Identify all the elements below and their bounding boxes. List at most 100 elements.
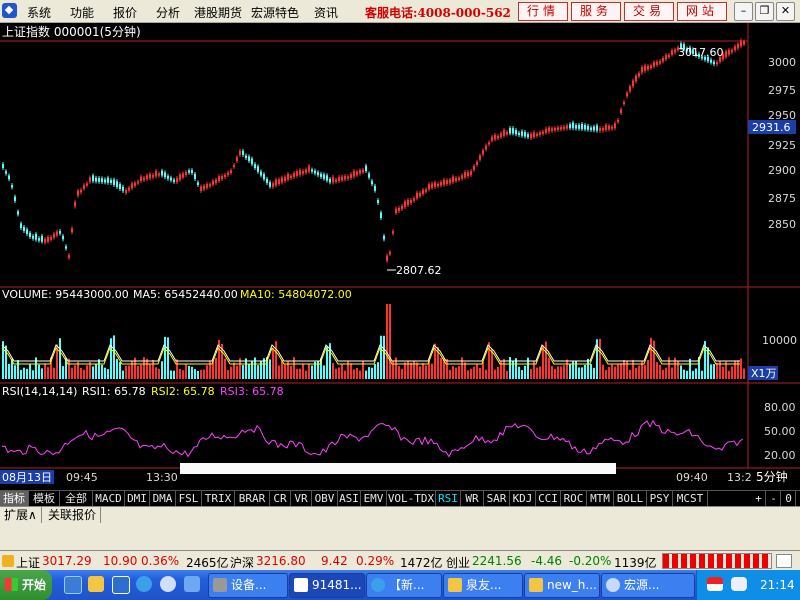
indicator-tab-psy[interactable]: PSY	[647, 491, 673, 506]
related-quotes-tab[interactable]: 关联报价	[44, 507, 102, 523]
ie-browser-icon[interactable]	[136, 576, 152, 592]
candle-body	[461, 175, 463, 179]
volume-bar	[410, 362, 412, 379]
candle-body	[8, 175, 10, 180]
indicator-tab-trix[interactable]: TRIX	[202, 491, 235, 506]
period-label[interactable]: 5分钟	[756, 469, 788, 484]
indicator-tab-dmi[interactable]: DMI	[125, 491, 150, 506]
zoom-in-button[interactable]: +	[752, 491, 766, 506]
window-quicklaunch-icon[interactable]	[112, 576, 130, 594]
menu-hongyuan[interactable]: 宏源特色	[251, 4, 299, 21]
indicator-tab-dma[interactable]: DMA	[150, 491, 176, 506]
task-trading-app[interactable]: 91481...	[289, 573, 365, 598]
candle-body	[125, 189, 127, 193]
menu-hk-futures[interactable]: 港股期货	[194, 4, 242, 21]
indicator-tab-asi[interactable]: ASI	[338, 491, 361, 506]
task-device-manager[interactable]: 设备...	[208, 573, 288, 598]
indicator-tab-fsl[interactable]: FSL	[176, 491, 202, 506]
show-desktop-icon[interactable]	[64, 576, 82, 594]
trade-button[interactable]: 交易	[624, 2, 674, 21]
candle-body	[344, 176, 346, 180]
shield-tray-icon[interactable]	[731, 577, 747, 591]
security-tray-icon[interactable]	[707, 577, 723, 591]
indicator-tab-模板[interactable]: 模板	[29, 491, 60, 506]
media-player-icon[interactable]	[160, 576, 176, 592]
indicator-tab-kdj[interactable]: KDJ	[510, 491, 536, 506]
task-hongyuan[interactable]: 宏源...	[601, 573, 695, 598]
volume-bar	[242, 365, 244, 379]
kline-chart[interactable]: 上证指数 000001(5分钟) 3017.60 2807.62 3000 29…	[0, 23, 800, 491]
reset-button[interactable]: 0	[782, 491, 796, 506]
indicator-tab-全部[interactable]: 全部	[60, 491, 93, 506]
volume-bar	[602, 364, 604, 379]
sh-name[interactable]: 上证	[16, 554, 40, 571]
menu-analysis[interactable]: 分析	[156, 4, 180, 21]
volume-bar	[662, 369, 664, 379]
indicator-tab-boll[interactable]: BOLL	[614, 491, 647, 506]
quicklaunch-expand-icon[interactable]	[184, 576, 200, 592]
status-toggle-icon[interactable]	[776, 554, 792, 568]
candle-body	[77, 190, 79, 196]
start-button[interactable]: 开始	[0, 570, 52, 600]
task-folder-quanyou[interactable]: 泉友...	[443, 573, 523, 598]
volume-bar	[284, 364, 286, 379]
menu-system[interactable]: 系统	[27, 4, 51, 21]
candle-body	[593, 126, 595, 131]
candle-body	[452, 176, 454, 183]
candle-body	[611, 126, 613, 129]
menu-news[interactable]: 资讯	[314, 4, 338, 21]
rsi3-label: RSI3: 65.78	[220, 385, 284, 398]
indicator-tab-brar[interactable]: BRAR	[235, 491, 270, 506]
volume-bar	[503, 358, 505, 379]
task-folder-new[interactable]: new_h...	[524, 573, 600, 598]
volume-bar	[431, 363, 433, 379]
indicator-tab-obv[interactable]: OBV	[312, 491, 338, 506]
candle-body	[671, 50, 673, 55]
rsi-series	[1, 419, 744, 458]
candle-body	[305, 169, 307, 173]
expand-tab[interactable]: 扩展∧	[0, 507, 42, 523]
candle-body	[242, 150, 244, 155]
indicator-tab-vol-tdx[interactable]: VOL-TDX	[387, 491, 436, 506]
indicator-tab-sar[interactable]: SAR	[484, 491, 510, 506]
indicator-tab-cr[interactable]: CR	[270, 491, 291, 506]
cy-name[interactable]: 创业	[446, 554, 470, 571]
indicator-tab-wr[interactable]: WR	[461, 491, 484, 506]
app-logo-icon[interactable]	[2, 3, 17, 18]
volume-bar	[722, 366, 724, 379]
indicator-tab-rsi[interactable]: RSI	[436, 491, 461, 506]
close-icon[interactable]: ✕	[776, 2, 795, 21]
menu-quote[interactable]: 报价	[113, 4, 137, 21]
candle-body	[317, 172, 319, 176]
indicator-tab-mtm[interactable]: MTM	[587, 491, 614, 506]
indicator-tab-roc[interactable]: ROC	[561, 491, 587, 506]
candle-body	[569, 124, 571, 129]
candle-body	[152, 174, 154, 178]
volume-bar	[272, 347, 274, 379]
taskbar: 开始 设备... 91481... 【新... 泉友... new_h... 宏…	[0, 570, 800, 600]
service-button[interactable]: 服务	[571, 2, 621, 21]
service-hotline: 客服电话:4008-000-562	[365, 6, 511, 20]
candle-body	[122, 186, 124, 191]
volume-bar	[200, 369, 202, 379]
indicator-tab-mcst[interactable]: MCST	[673, 491, 708, 506]
market-button[interactable]: 行情	[518, 2, 568, 21]
task-news-browser[interactable]: 【新...	[366, 573, 442, 598]
indicator-tab-emv[interactable]: EMV	[361, 491, 387, 506]
zoom-out-button[interactable]: -	[767, 491, 781, 506]
website-button[interactable]: 网站	[677, 2, 727, 21]
indicator-tab-指标[interactable]: 指标	[0, 491, 29, 506]
hs-name[interactable]: 沪深	[230, 554, 254, 571]
volume-bar	[656, 362, 658, 379]
indicator-tab-vr[interactable]: VR	[291, 491, 312, 506]
candle-body	[419, 192, 421, 197]
volume-bar	[62, 366, 64, 379]
restore-icon[interactable]: ❐	[755, 2, 774, 21]
indicator-tab-cci[interactable]: CCI	[536, 491, 561, 506]
indicator-tab-macd[interactable]: MACD	[93, 491, 125, 506]
indicator-tabs: 指标 模板 全部 MACD DMI DMA FSL TRIX BRAR CR VR OBV ASI EMV…	[0, 490, 800, 507]
folder-quicklaunch-icon[interactable]	[88, 576, 104, 592]
menu-function[interactable]: 功能	[70, 4, 94, 21]
minimize-icon[interactable]: –	[734, 2, 753, 21]
candle-body	[44, 238, 46, 243]
